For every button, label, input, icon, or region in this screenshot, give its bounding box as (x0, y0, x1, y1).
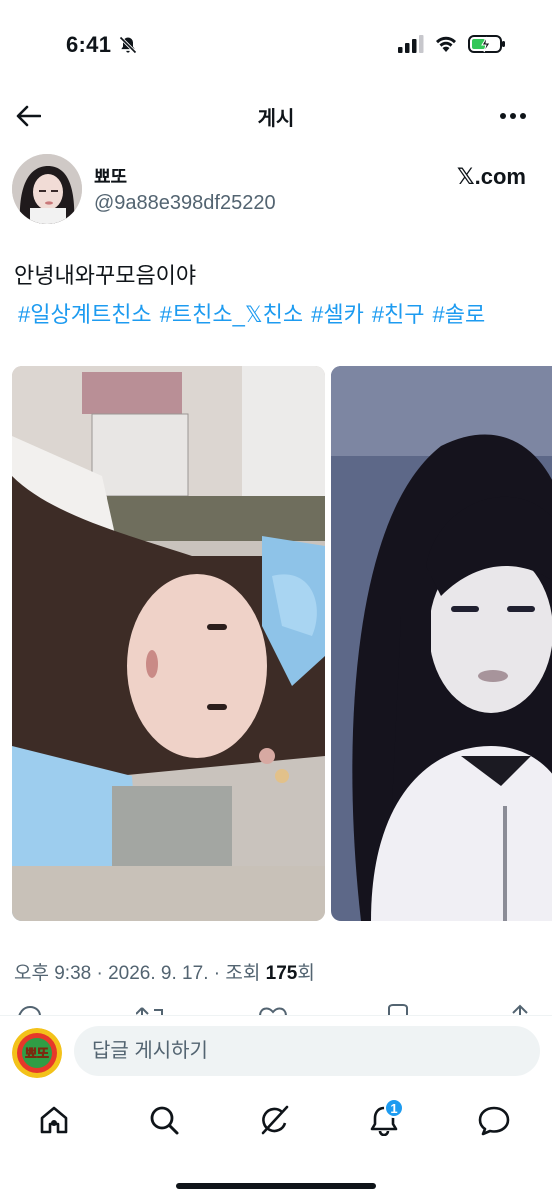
source-label: 𝕏.com (456, 164, 526, 189)
reply-input[interactable] (74, 1026, 540, 1076)
avatar[interactable] (12, 154, 82, 224)
more-icon (500, 113, 526, 119)
tweet-date: 2026. 9. 17. (108, 963, 209, 984)
hashtag-link[interactable]: #솔로 (433, 302, 486, 327)
views-count: 175 (265, 963, 298, 984)
reply-avatar-image: 뾰또 (12, 1028, 62, 1078)
views-label: 조회 (225, 963, 261, 984)
user-handle[interactable]: @9a88e398df25220 (94, 192, 276, 215)
home-icon (40, 1106, 68, 1134)
hashtag-link[interactable]: #트친소_𝕏친소 (160, 302, 303, 327)
signal-icon (398, 35, 424, 53)
media-image[interactable] (331, 366, 552, 921)
avatar-image (12, 154, 82, 224)
tweet-time: 오후 9:38 (14, 963, 92, 984)
hashtag-link[interactable]: #친구 (372, 302, 425, 327)
hashtag-list: #일상계트친소 #트친소_𝕏친소 #셀카 #친구 #솔로 (18, 300, 493, 330)
meta-separator: · (96, 963, 103, 984)
bottom-tab-bar: 1 (0, 1090, 552, 1150)
tweet-meta: 오후 9:38 · 2026. 9. 17. · 조회 175회 (14, 958, 315, 985)
views-suffix: 회 (297, 963, 315, 984)
reply-bar: 뾰또 (0, 1015, 552, 1089)
photo (12, 366, 325, 921)
notification-badge: 1 (384, 1098, 404, 1118)
grok-icon (261, 1105, 289, 1135)
search-icon (150, 1106, 179, 1135)
more-button[interactable] (496, 104, 530, 128)
battery-icon (468, 35, 505, 53)
hashtag-link[interactable]: #셀카 (311, 302, 364, 327)
hashtag-link[interactable]: #일상계트친소 (18, 302, 152, 327)
status-time: 6:41 (66, 32, 112, 57)
bell-off-icon (119, 36, 137, 54)
tab-notifications[interactable]: 1 (364, 1098, 404, 1140)
reply-avatar[interactable]: 뾰또 (12, 1028, 62, 1078)
wifi-icon (436, 36, 456, 52)
status-bar: 6:41 (0, 0, 552, 92)
page-title: 게시 (257, 108, 295, 130)
nav-header: 게시 (0, 92, 552, 140)
tab-messages[interactable] (474, 1100, 514, 1140)
meta-separator: · (213, 963, 221, 984)
media-image[interactable] (12, 366, 325, 921)
home-indicator (176, 1183, 376, 1189)
messages-icon (478, 1106, 510, 1136)
tweet-text: 안녕내와꾸모음이야 (14, 263, 197, 288)
photo (331, 366, 552, 921)
reply-avatar-text: 뾰또 (25, 1047, 49, 1062)
display-name[interactable]: 뾰또 (94, 163, 127, 189)
author-row: 뾰또 @9a88e398df25220 𝕏.com (12, 154, 528, 226)
tab-search[interactable] (144, 1100, 184, 1140)
tab-home[interactable] (34, 1100, 74, 1140)
tab-grok[interactable] (254, 1100, 294, 1140)
